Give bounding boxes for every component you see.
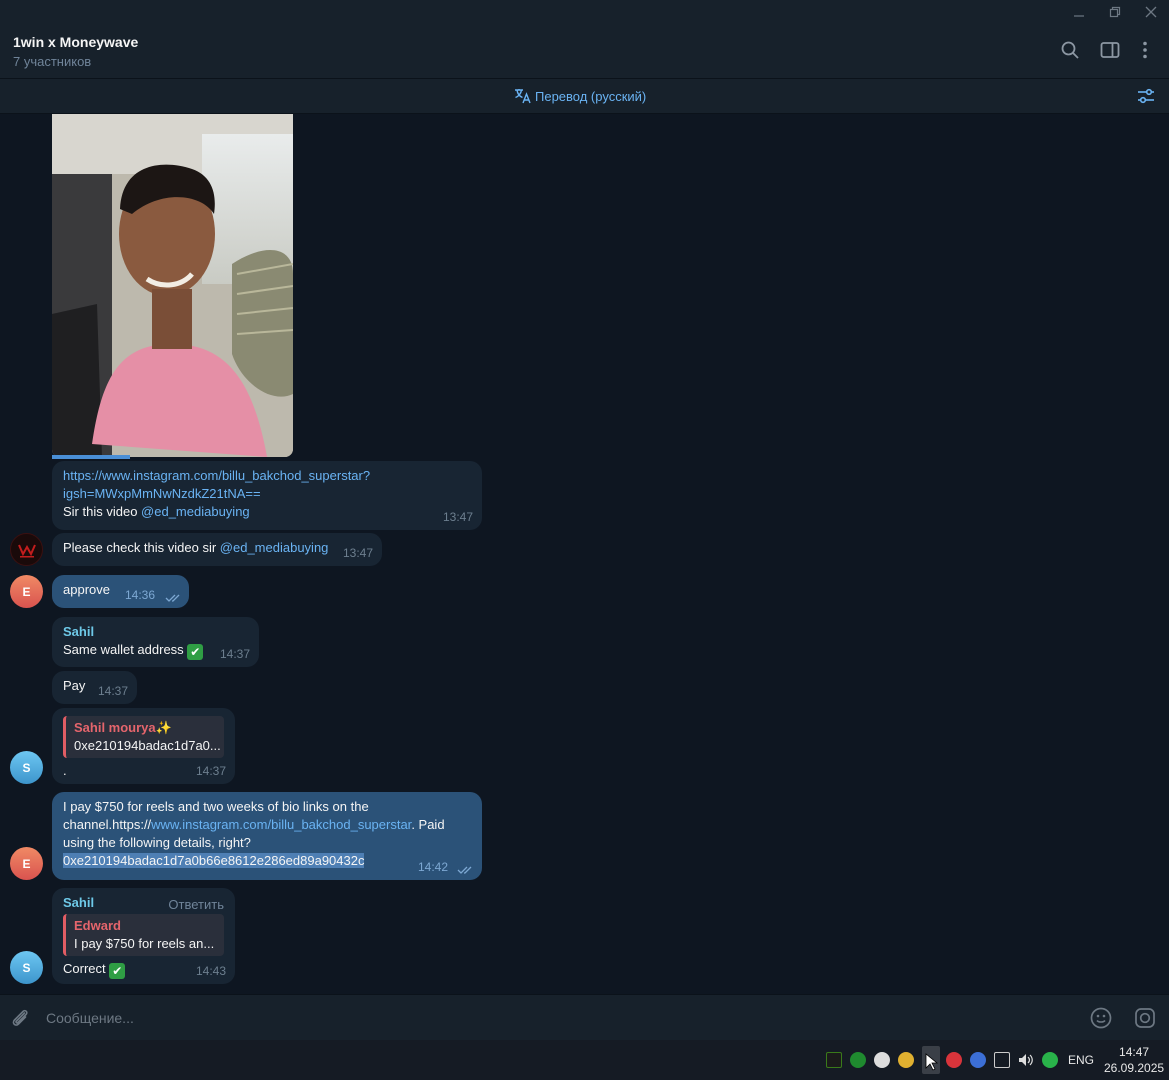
message-time: 14:37 [219,647,250,661]
instagram-link[interactable]: https://www.instagram.com/billu_bakchod_… [63,467,471,485]
message-time: 14:36 [125,588,156,602]
reply-quote[interactable]: Edward I pay $750 for reels an... [63,914,224,956]
message-time: 14:37 [97,684,128,698]
clock-date: 26.09.2025 [1104,1061,1165,1075]
reply-quote[interactable]: Sahil mourya✨ 0xe210194badac1d7a0... [63,716,224,758]
message-time: 14:42 [418,860,449,874]
message-time: 13:47 [442,510,473,524]
message-text: Pay [63,678,86,693]
language-indicator[interactable]: ENG [1068,1053,1094,1067]
translate-bar: Перевод (русский) [0,79,1169,114]
reply-sender: Edward [74,918,121,933]
member-count: 7 участников [13,54,92,69]
reply-text: I pay $750 for reels an... [74,936,215,951]
sun-tray-icon[interactable] [898,1052,914,1068]
message-bubble[interactable]: Sahil Same wallet address ✔ 14:37 [52,617,259,667]
message-composer [0,994,1169,1040]
reply-text: 0xe210194badac1d7a0... [74,738,221,753]
message-text-prefix: channel.https:// [63,817,152,832]
message-input[interactable] [46,1007,1046,1029]
message-text-prefix: Sir this video [63,504,142,519]
message-bubble[interactable]: Sahil mourya✨ 0xe210194badac1d7a0... . 1… [52,708,235,784]
message-text: Same wallet address [63,642,184,657]
instagram-link[interactable]: www.instagram.com/billu_bakchod_supersta… [151,817,411,832]
message-text-suffix: . Paid [411,817,445,832]
emoji-icon[interactable] [1089,1006,1113,1030]
wallet-address-selected[interactable]: 0xe210194badac1d7a0b66e8612e286ed89a9043… [63,853,365,868]
search-icon[interactable] [1058,38,1082,62]
instagram-link-continued[interactable]: igsh=MWxpMmNwNzdkZ21tNA== [63,485,471,503]
message-text: Sir this video @ed_mediabuying [63,503,471,521]
reply-button[interactable]: Ответить [168,896,224,914]
message-text-line: using the following details, right? [63,835,251,850]
message-list[interactable]: https://www.instagram.com/billu_bakchod_… [0,114,1169,994]
user-avatar[interactable]: E [10,575,43,608]
mention-link[interactable]: @ed_mediabuying [220,540,329,555]
volume-icon[interactable] [1018,1052,1034,1068]
app-tray-icon[interactable] [946,1052,962,1068]
video-message-icon[interactable] [1133,1006,1157,1030]
check-mark-icon: ✔ [187,644,204,660]
message-bubble[interactable]: Sahil Ответить Edward I pay $750 for ree… [52,888,235,984]
check-mark-icon: ✔ [109,963,126,979]
minimize-icon[interactable] [1061,0,1097,24]
message-bubble[interactable]: Please check this video sir @ed_mediabuy… [52,533,382,566]
user-avatar[interactable]: S [10,951,43,984]
message-time: 14:37 [195,764,226,778]
message-bubble[interactable]: approve 14:36 [52,575,189,608]
clock-time: 14:47 [1119,1045,1150,1059]
translate-button[interactable]: Перевод (русский) [514,88,646,104]
translate-label: Перевод (русский) [535,88,647,104]
message-bubble[interactable]: https://www.instagram.com/billu_bakchod_… [52,461,482,530]
user-avatar[interactable]: S [10,751,43,784]
restore-icon[interactable] [1097,0,1133,24]
system-clock[interactable]: 14:47 26.09.2025 [1104,1044,1164,1076]
steam-tray-icon[interactable] [874,1052,890,1068]
chat-header[interactable]: 1win x Moneywave 7 участников [0,24,1169,79]
translate-icon [515,89,531,104]
read-ticks-icon [165,590,183,602]
sidebar-toggle-icon[interactable] [1098,38,1122,62]
video-progress [52,455,130,459]
network-icon[interactable] [994,1052,1010,1068]
attach-icon[interactable] [8,1006,32,1030]
razer-tray-icon[interactable] [850,1052,866,1068]
close-icon[interactable] [1133,0,1169,24]
message-bubble[interactable]: I pay $750 for reels and two weeks of bi… [52,792,482,880]
translate-settings-icon[interactable] [1136,86,1156,106]
message-text: Correct [63,961,106,976]
more-menu-icon[interactable] [1133,38,1157,62]
message-text: approve [63,582,110,597]
sender-name[interactable]: Sahil [63,623,248,641]
messenger-tray-icon[interactable] [970,1052,986,1068]
read-ticks-icon [457,862,475,874]
video-thumbnail[interactable] [52,114,293,457]
message-text-line: I pay $750 for reels and two weeks of bi… [63,799,369,814]
message-text-line: channel.https://www.instagram.com/billu_… [63,816,471,834]
message-bubble[interactable]: Pay 14:37 [52,671,137,704]
message-time: 14:43 [195,964,226,978]
cursor-icon [922,1046,940,1074]
window-titlebar [0,0,1169,24]
moneywave-avatar[interactable] [10,533,43,566]
shield-tray-icon[interactable] [1042,1052,1058,1068]
chat-title[interactable]: 1win x Moneywave [13,34,138,50]
user-avatar[interactable]: E [10,847,43,880]
reply-sender: Sahil mourya✨ [74,720,172,735]
mention-link[interactable]: @ed_mediabuying [141,504,250,519]
nvidia-tray-icon[interactable] [826,1052,842,1068]
message-text: Please check this video sir [63,540,220,555]
message-time: 13:47 [342,546,373,560]
taskbar: ENG 14:47 26.09.2025 [0,1040,1169,1080]
